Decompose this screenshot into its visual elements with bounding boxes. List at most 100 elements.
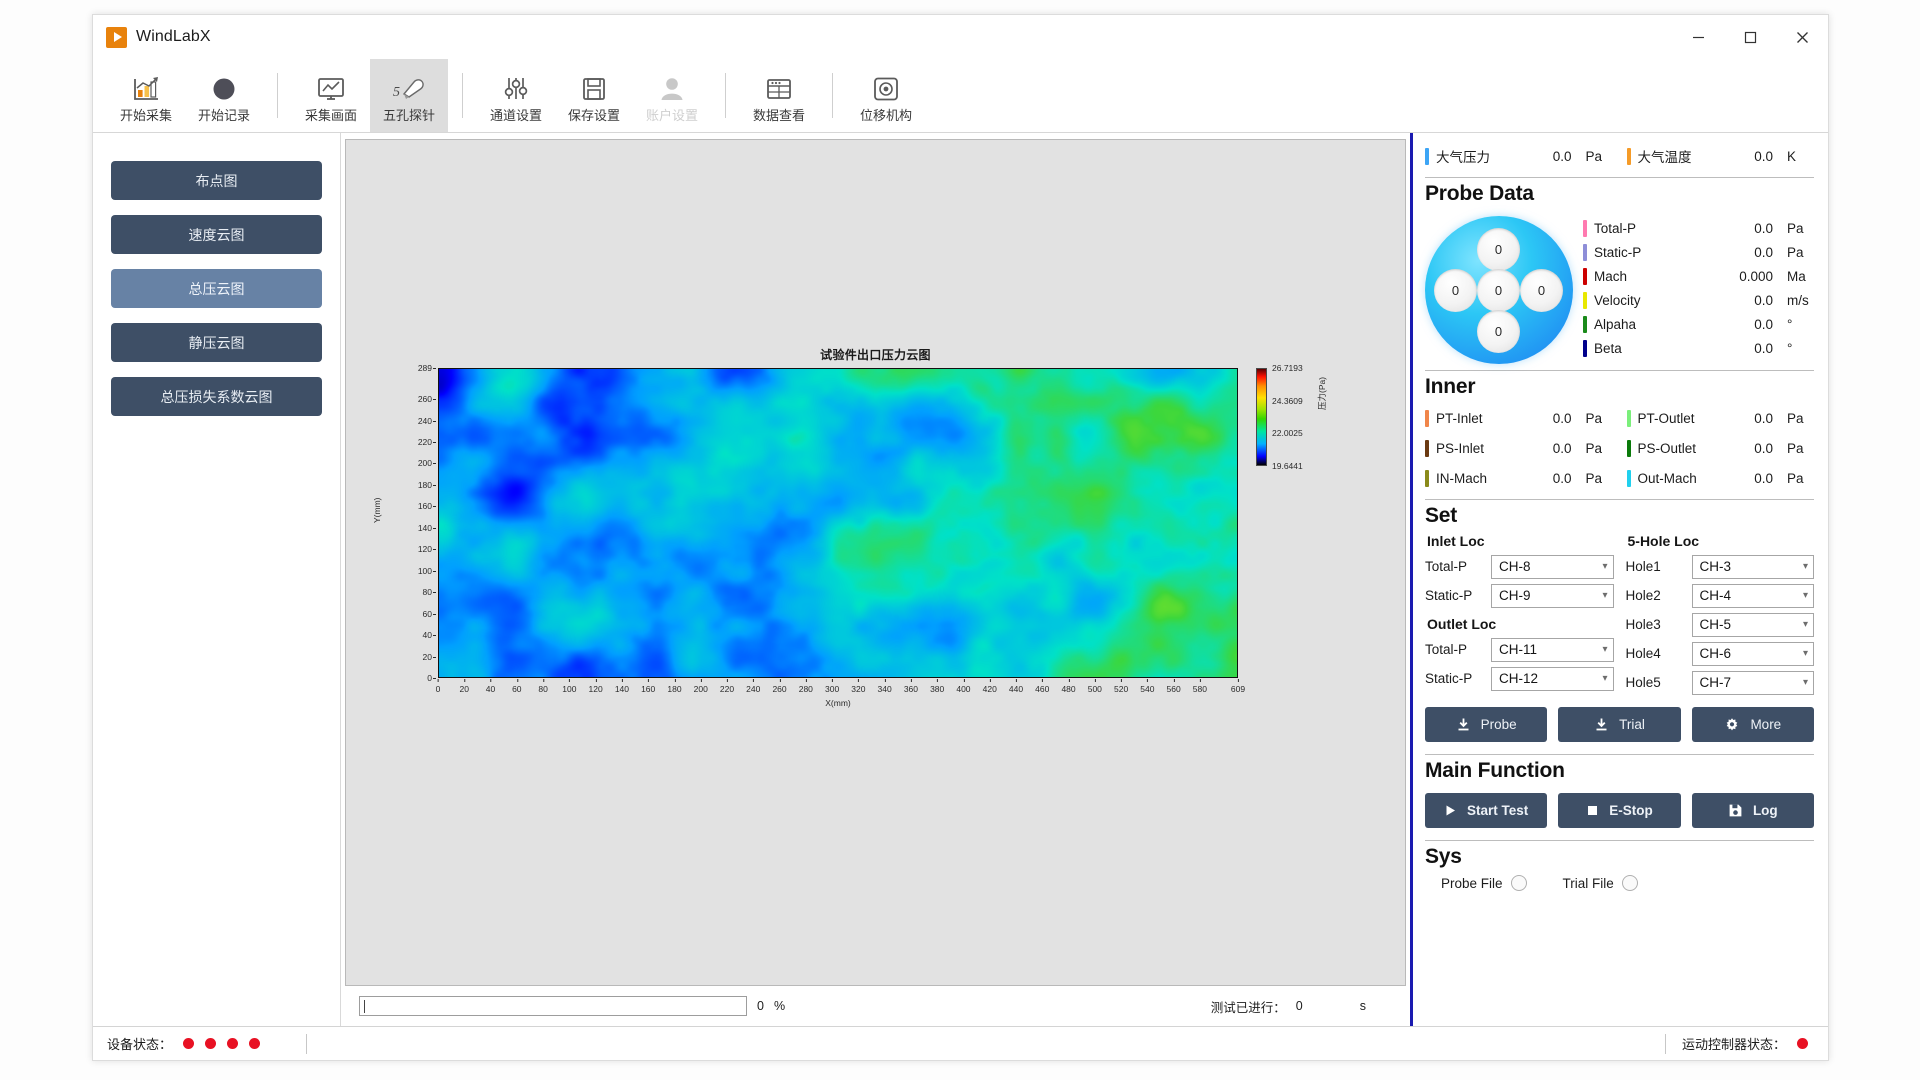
trial-button[interactable]: Trial bbox=[1558, 707, 1681, 742]
ribbon-item-save-settings[interactable]: 保存设置 bbox=[555, 59, 633, 132]
divider bbox=[1425, 177, 1814, 178]
heatmap-plot[interactable] bbox=[438, 368, 1238, 678]
progress-unit: % bbox=[773, 999, 786, 1013]
readout-unit: ° bbox=[1787, 316, 1793, 332]
ribbon-item-five-hole-probe[interactable]: 5 五孔探针 bbox=[370, 59, 448, 132]
title-bar: WindLabX bbox=[93, 15, 1828, 59]
emergency-stop-button[interactable]: E-Stop bbox=[1558, 793, 1681, 828]
divider bbox=[1425, 840, 1814, 841]
nav-button-static-pressure-contour[interactable]: 静压云图 bbox=[111, 323, 322, 362]
ribbon-item-acquire-screen[interactable]: 采集画面 bbox=[292, 59, 370, 132]
ribbon-item-data-view[interactable]: 数据查看 bbox=[740, 59, 818, 132]
inner-readout-row: IN-Mach 0.0 Pa bbox=[1425, 463, 1613, 493]
field-label: Hole4 bbox=[1625, 646, 1661, 661]
readout-value: 0.0 bbox=[1754, 410, 1773, 426]
start-test-button[interactable]: Start Test bbox=[1425, 793, 1548, 828]
more-button[interactable]: More bbox=[1691, 707, 1814, 742]
database-view-icon bbox=[764, 72, 794, 106]
x-tick: 60 bbox=[512, 679, 522, 694]
x-tick: 220 bbox=[719, 679, 735, 694]
maximize-button[interactable] bbox=[1724, 15, 1776, 59]
sys-file-options: Probe File Trial File bbox=[1425, 875, 1814, 891]
nav-button-layout-map[interactable]: 布点图 bbox=[111, 161, 322, 200]
x-axis-label: X(mm) bbox=[825, 698, 851, 708]
select-inlet-static-p[interactable]: CH-9 ▾ bbox=[1491, 583, 1614, 608]
select-hole-2[interactable]: CH-4 ▾ bbox=[1691, 583, 1814, 608]
chevron-down-icon: ▾ bbox=[1802, 590, 1808, 601]
bar-chart-icon bbox=[131, 72, 161, 106]
y-tick: 160 bbox=[417, 501, 437, 512]
probe-hole-bottom: 0 bbox=[1477, 310, 1520, 353]
inner-left-column: PT-Inlet 0.0 Pa PS-Inlet 0.0 Pa IN-Mach 0.0 Pa bbox=[1425, 403, 1613, 493]
ribbon-item-start-acquire[interactable]: 开始采集 bbox=[107, 59, 185, 132]
readout-unit: Pa bbox=[1787, 440, 1804, 456]
select-outlet-total-p[interactable]: CH-11 ▾ bbox=[1491, 637, 1614, 662]
color-swatch bbox=[1425, 409, 1429, 427]
select-hole-4[interactable]: CH-6 ▾ bbox=[1691, 641, 1814, 666]
probe-file-option[interactable]: Probe File bbox=[1441, 875, 1527, 891]
readout-name: Out-Mach bbox=[1637, 470, 1697, 486]
ribbon-item-account-settings[interactable]: 账户设置 bbox=[633, 59, 711, 132]
select-value: CH-4 bbox=[1699, 588, 1732, 603]
set-right-column: 5-Hole Loc Hole1 CH-3 ▾ Hole2 CH-4 ▾ Hole3 CH-5… bbox=[1625, 532, 1814, 697]
elapsed-value: 0 bbox=[1295, 999, 1303, 1013]
sys-heading: Sys bbox=[1425, 845, 1462, 868]
radio-icon[interactable] bbox=[1621, 875, 1638, 891]
ribbon-label: 通道设置 bbox=[489, 108, 542, 123]
readout-value: 0.0 bbox=[1754, 244, 1773, 260]
main-body: 布点图 速度云图 总压云图 静压云图 总压损失系数云图 试验件出口压力云图 0 2… bbox=[93, 133, 1828, 1026]
ribbon-item-start-record[interactable]: 开始记录 bbox=[185, 59, 263, 132]
device-led-2 bbox=[205, 1038, 217, 1049]
x-tick: 560 bbox=[1166, 679, 1181, 694]
user-icon bbox=[657, 72, 687, 106]
readout-unit: Pa bbox=[1787, 244, 1804, 260]
readout-unit: Pa bbox=[1585, 148, 1603, 164]
readout-unit: Ma bbox=[1787, 268, 1806, 284]
hole-1-row: Hole1 CH-3 ▾ bbox=[1626, 552, 1814, 581]
select-hole-1[interactable]: CH-3 ▾ bbox=[1691, 554, 1814, 579]
elapsed-label: 测试已进行： bbox=[1210, 1000, 1286, 1015]
trial-file-option[interactable]: Trial File bbox=[1563, 875, 1638, 891]
readout-value: 0.0 bbox=[1552, 440, 1572, 456]
option-label: Probe File bbox=[1441, 875, 1503, 891]
gear-icon bbox=[1724, 717, 1740, 733]
ribbon-label: 五孔探针 bbox=[382, 108, 435, 123]
field-label: Static-P bbox=[1425, 671, 1473, 686]
select-outlet-static-p[interactable]: CH-12 ▾ bbox=[1491, 666, 1614, 691]
option-label: Trial File bbox=[1562, 875, 1614, 891]
ribbon-toolbar: 开始采集 开始记录 采集画面 5 五孔探针 通道设置 保存设置 账户设置 数据查… bbox=[93, 59, 1828, 133]
radio-icon[interactable] bbox=[1510, 875, 1527, 891]
x-tick: 540 bbox=[1140, 679, 1155, 694]
y-tick: 180 bbox=[417, 479, 437, 490]
select-value: CH-8 bbox=[1499, 559, 1531, 574]
inner-readout-row: PT-Outlet 0.0 Pa bbox=[1626, 403, 1815, 433]
nav-button-total-pressure-loss-contour[interactable]: 总压损失系数云图 bbox=[111, 377, 322, 416]
select-hole-5[interactable]: CH-7 ▾ bbox=[1691, 670, 1814, 695]
ribbon-label: 账户设置 bbox=[645, 108, 698, 123]
ribbon-item-traverse-mechanism[interactable]: 位移机构 bbox=[847, 59, 925, 132]
inlet-loc-title: Inlet Loc bbox=[1427, 533, 1485, 549]
select-value: CH-11 bbox=[1499, 642, 1538, 657]
nav-button-total-pressure-contour[interactable]: 总压云图 bbox=[111, 269, 322, 308]
probe-button[interactable]: Probe bbox=[1425, 707, 1548, 742]
select-inlet-total-p[interactable]: CH-8 ▾ bbox=[1491, 554, 1614, 579]
readout-value: 0.0 bbox=[1754, 470, 1773, 486]
progress-bar[interactable] bbox=[359, 996, 747, 1016]
close-button[interactable] bbox=[1776, 15, 1828, 59]
sliders-icon bbox=[501, 72, 531, 106]
ribbon-separator bbox=[462, 73, 463, 118]
nav-button-velocity-contour[interactable]: 速度云图 bbox=[111, 215, 322, 254]
minimize-button[interactable] bbox=[1672, 15, 1724, 59]
x-tick: 609 bbox=[1230, 679, 1246, 694]
main-function-buttons: Start Test E-Stop Log bbox=[1425, 793, 1814, 828]
device-led-3 bbox=[227, 1038, 239, 1049]
readout-name: Alpaha bbox=[1594, 316, 1637, 332]
ribbon-item-channel-settings[interactable]: 通道设置 bbox=[477, 59, 555, 132]
readout-name: IN-Mach bbox=[1436, 470, 1488, 486]
status-divider bbox=[306, 1033, 308, 1054]
log-button[interactable]: Log bbox=[1691, 793, 1814, 828]
monitor-chart-icon bbox=[316, 72, 346, 106]
select-hole-3[interactable]: CH-5 ▾ bbox=[1691, 612, 1814, 637]
button-label: Trial bbox=[1619, 717, 1645, 732]
x-tick: 460 bbox=[1035, 679, 1050, 694]
